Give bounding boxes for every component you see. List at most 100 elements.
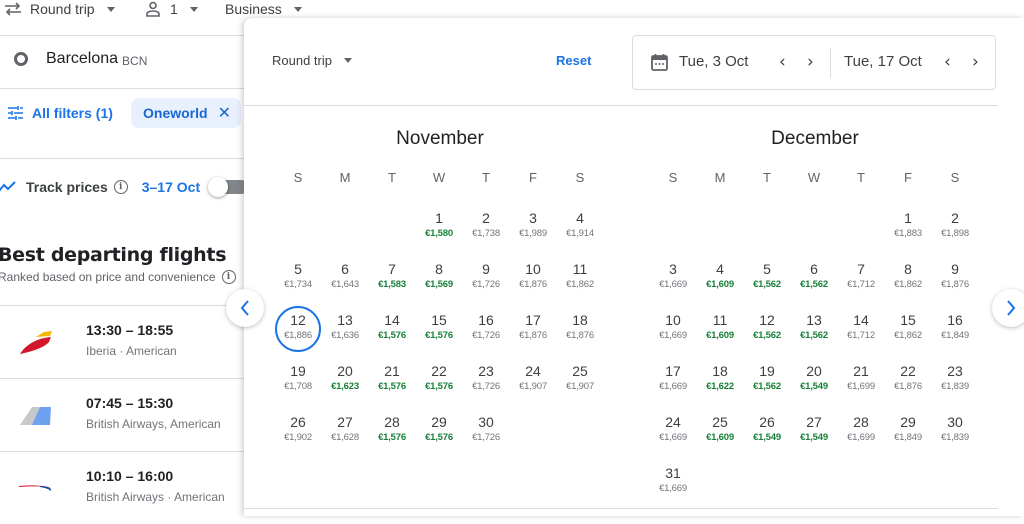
calendar-day[interactable]: 13 €1,636 <box>322 306 368 352</box>
calendar-day[interactable]: 2 €1,898 <box>932 204 978 250</box>
day-number: 21 <box>853 363 869 379</box>
calendar-day[interactable]: 4 €1,914 <box>557 204 603 250</box>
calendar-day[interactable]: 8 €1,862 <box>885 255 931 301</box>
calendar-day[interactable]: 14 €1,712 <box>838 306 884 352</box>
calendar-day[interactable]: 20 €1,549 <box>791 357 837 403</box>
calendar-day[interactable]: 5 €1,562 <box>744 255 790 301</box>
calendar-day[interactable]: 6 €1,562 <box>791 255 837 301</box>
calendar-day[interactable]: 18 €1,876 <box>557 306 603 352</box>
passengers-select[interactable]: 1 <box>145 0 198 19</box>
prev-month-button[interactable] <box>226 289 264 327</box>
calendar-day[interactable]: 28 €1,699 <box>838 408 884 454</box>
day-price: €1,669 <box>659 483 687 494</box>
reset-button[interactable]: Reset <box>556 53 591 68</box>
calendar-day[interactable]: 15 €1,576 <box>416 306 462 352</box>
calendar-day[interactable]: 31 €1,669 <box>650 459 696 505</box>
origin-circle-icon <box>14 52 28 66</box>
calendar-day[interactable]: 10 €1,669 <box>650 306 696 352</box>
day-price: €1,569 <box>425 279 453 290</box>
calendar-day[interactable]: 21 €1,576 <box>369 357 415 403</box>
calendar-day[interactable]: 20 €1,623 <box>322 357 368 403</box>
day-number: 10 <box>525 261 541 277</box>
calendar-day[interactable]: 29 €1,576 <box>416 408 462 454</box>
all-filters-button[interactable]: All filters (1) <box>8 105 113 121</box>
close-icon[interactable]: ✕ <box>218 103 231 123</box>
calendar-day[interactable]: 24 €1,907 <box>510 357 556 403</box>
calendar-day[interactable]: 15 €1,862 <box>885 306 931 352</box>
calendar-day[interactable]: 11 €1,609 <box>697 306 743 352</box>
return-date[interactable]: Tue, 17 Oct <box>844 53 922 70</box>
calendar-day[interactable]: 6 €1,643 <box>322 255 368 301</box>
oneworld-filter-chip[interactable]: Oneworld ✕ <box>131 98 241 128</box>
calendar-day[interactable]: 5 €1,734 <box>275 255 321 301</box>
return-prev-icon[interactable]: ‹ <box>944 52 951 72</box>
flight-row[interactable]: 07:45 – 15:30 British Airways, American <box>0 379 244 451</box>
departure-date[interactable]: Tue, 3 Oct <box>679 53 748 70</box>
trip-type-select[interactable]: Round trip <box>4 0 115 19</box>
origin-field[interactable]: Barcelona BCN <box>14 50 147 68</box>
flight-row[interactable]: 13:30 – 18:55 Iberia · American <box>0 306 244 378</box>
calendar-day[interactable]: 18 €1,622 <box>697 357 743 403</box>
next-month-button[interactable] <box>992 289 1024 327</box>
calendar-day[interactable]: 1 €1,883 <box>885 204 931 250</box>
calendar-day[interactable]: 7 €1,712 <box>838 255 884 301</box>
calendar-day[interactable]: 8 €1,569 <box>416 255 462 301</box>
day-price: €1,712 <box>847 279 875 290</box>
calendar-day[interactable]: 23 €1,839 <box>932 357 978 403</box>
calendar-day[interactable]: 25 €1,907 <box>557 357 603 403</box>
calendar-day[interactable]: 22 €1,576 <box>416 357 462 403</box>
return-next-icon[interactable]: › <box>972 52 979 72</box>
day-number: 18 <box>572 312 588 328</box>
day-price: €1,849 <box>941 330 969 341</box>
day-number: 29 <box>900 414 916 430</box>
calendar-day[interactable]: 3 €1,669 <box>650 255 696 301</box>
calendar-day[interactable]: 4 €1,609 <box>697 255 743 301</box>
all-filters-label: All filters (1) <box>32 105 113 121</box>
cabin-select[interactable]: Business <box>225 0 302 19</box>
calendar-day[interactable]: 3 €1,989 <box>510 204 556 250</box>
calendar-day[interactable]: 19 €1,562 <box>744 357 790 403</box>
calendar-day[interactable]: 7 €1,583 <box>369 255 415 301</box>
calendar-day[interactable]: 21 €1,699 <box>838 357 884 403</box>
info-icon[interactable]: i <box>113 180 128 194</box>
calendar-day[interactable]: 27 €1,549 <box>791 408 837 454</box>
calendar-day[interactable]: 26 €1,902 <box>275 408 321 454</box>
calendar-day[interactable]: 1 €1,580 <box>416 204 462 250</box>
calendar-day[interactable]: 26 €1,549 <box>744 408 790 454</box>
calendar-day[interactable]: 23 €1,726 <box>463 357 509 403</box>
month-title: November <box>396 128 484 149</box>
weekday-header: S <box>668 170 678 185</box>
calendar-day[interactable]: 17 €1,876 <box>510 306 556 352</box>
dialog-trip-type-select[interactable]: Round trip <box>272 53 352 68</box>
calendar-day[interactable]: 9 €1,726 <box>463 255 509 301</box>
day-price: €1,734 <box>284 279 312 290</box>
calendar-day[interactable]: 30 €1,726 <box>463 408 509 454</box>
calendar-day[interactable]: 12 €1,562 <box>744 306 790 352</box>
info-icon[interactable]: i <box>221 270 236 284</box>
day-number: 13 <box>337 312 353 328</box>
day-number: 26 <box>759 414 775 430</box>
calendar-day[interactable]: 12 €1,886 <box>275 306 321 352</box>
calendar-day[interactable]: 16 €1,849 <box>932 306 978 352</box>
calendar-day[interactable]: 30 €1,839 <box>932 408 978 454</box>
departure-next-icon[interactable]: › <box>807 52 814 72</box>
calendar-day[interactable]: 10 €1,876 <box>510 255 556 301</box>
calendar-day[interactable]: 19 €1,708 <box>275 357 321 403</box>
day-price: €1,609 <box>706 432 734 443</box>
calendar-day[interactable]: 22 €1,876 <box>885 357 931 403</box>
calendar-day[interactable]: 9 €1,876 <box>932 255 978 301</box>
flight-row[interactable]: 10:10 – 16:00 British Airways · American <box>0 452 244 524</box>
calendar-day[interactable]: 16 €1,726 <box>463 306 509 352</box>
calendar-day[interactable]: 25 €1,609 <box>697 408 743 454</box>
calendar-day[interactable]: 11 €1,862 <box>557 255 603 301</box>
track-prices-toggle[interactable] <box>208 177 248 197</box>
calendar-day[interactable]: 28 €1,576 <box>369 408 415 454</box>
calendar-day[interactable]: 24 €1,669 <box>650 408 696 454</box>
calendar-day[interactable]: 2 €1,738 <box>463 204 509 250</box>
calendar-day[interactable]: 14 €1,576 <box>369 306 415 352</box>
calendar-day[interactable]: 13 €1,562 <box>791 306 837 352</box>
calendar-day[interactable]: 27 €1,628 <box>322 408 368 454</box>
calendar-day[interactable]: 29 €1,849 <box>885 408 931 454</box>
calendar-day[interactable]: 17 €1,669 <box>650 357 696 403</box>
departure-prev-icon[interactable]: ‹ <box>779 52 786 72</box>
